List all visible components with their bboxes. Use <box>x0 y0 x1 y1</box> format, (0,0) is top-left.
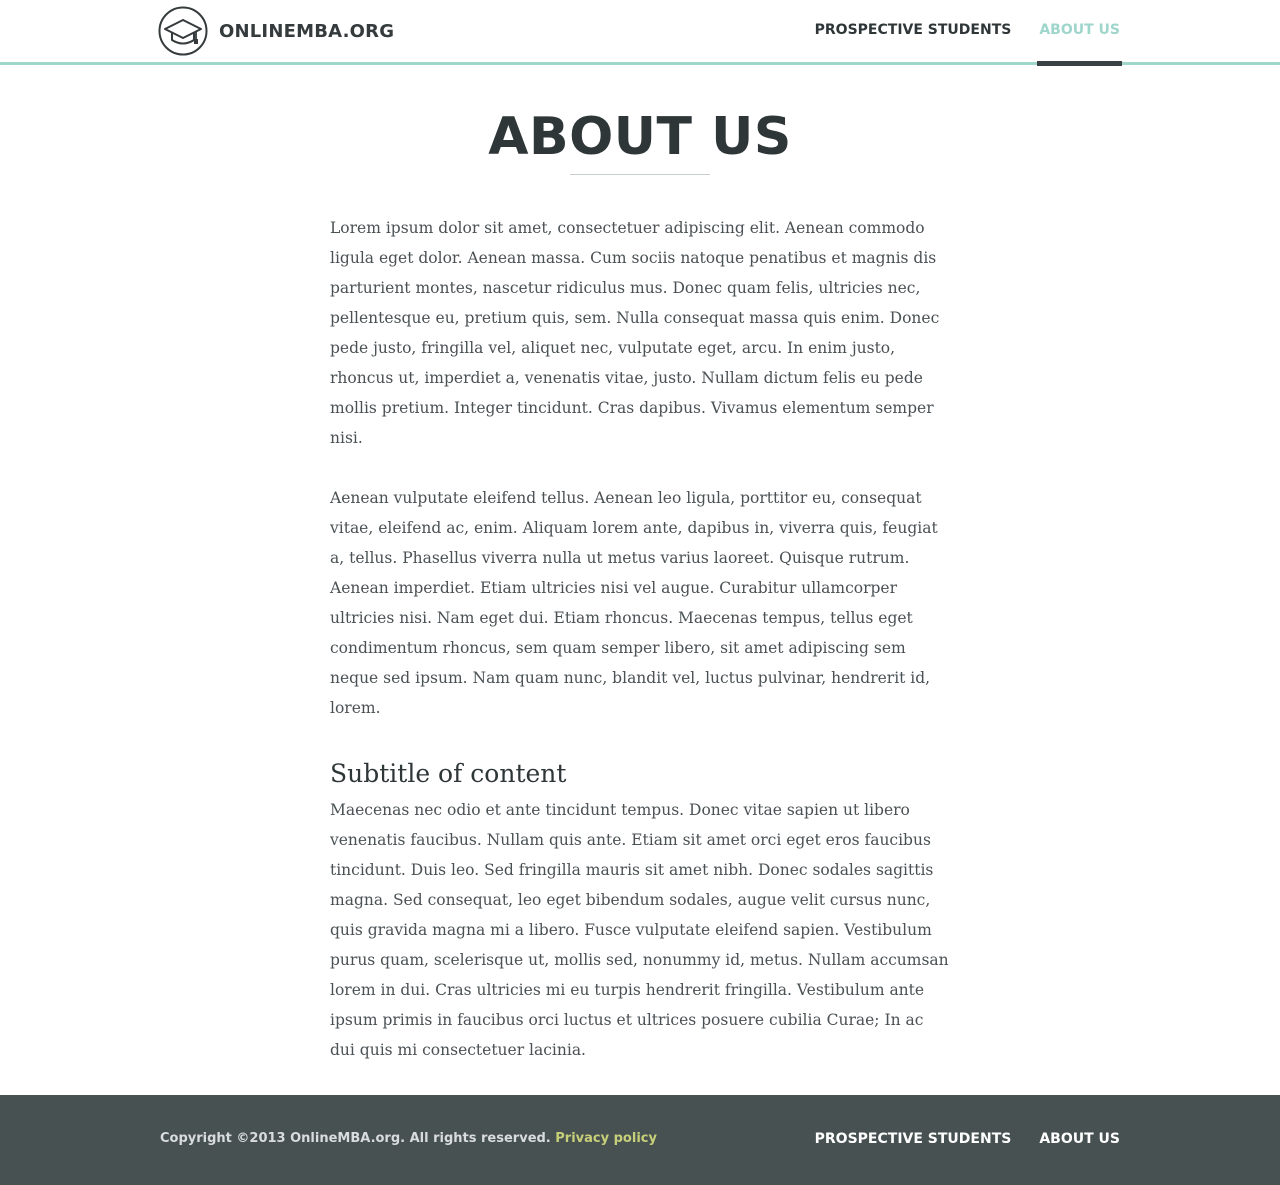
page-title: ABOUT US <box>488 107 792 167</box>
main-content: ABOUT US Lorem ipsum dolor sit amet, con… <box>0 65 1280 1065</box>
site-logo-link[interactable]: ONLINEMBA.ORG <box>158 6 394 56</box>
site-header: ONLINEMBA.ORG PROSPECTIVE STUDENTS ABOUT… <box>0 0 1280 66</box>
title-divider <box>570 174 710 175</box>
site-footer: Copyright ©2013 OnlineMBA.org. All right… <box>0 1095 1280 1185</box>
privacy-policy-link[interactable]: Privacy policy <box>555 1131 657 1146</box>
body-paragraph: Maecenas nec odio et ante tincidunt temp… <box>330 801 949 1059</box>
body-paragraph: Lorem ipsum dolor sit amet, consectetuer… <box>330 219 940 447</box>
nav-item-about-us[interactable]: ABOUT US <box>1037 0 1122 66</box>
footer-nav: PROSPECTIVE STUDENTS ABOUT US <box>787 1128 1120 1150</box>
main-nav: PROSPECTIVE STUDENTS ABOUT US <box>787 0 1122 66</box>
nav-item-prospective-students[interactable]: PROSPECTIVE STUDENTS <box>815 0 1012 62</box>
footer-nav-item-about-us[interactable]: ABOUT US <box>1039 1128 1120 1150</box>
graduation-cap-icon <box>158 6 208 56</box>
copyright-text: Copyright ©2013 OnlineMBA.org. All right… <box>160 1131 551 1146</box>
article-body: Lorem ipsum dolor sit amet, consectetuer… <box>330 213 950 1065</box>
content-subtitle: Subtitle of content <box>330 759 567 788</box>
site-logo-text: ONLINEMBA.ORG <box>219 20 395 42</box>
copyright-notice: Copyright ©2013 OnlineMBA.org. All right… <box>160 1129 657 1149</box>
footer-nav-item-prospective-students[interactable]: PROSPECTIVE STUDENTS <box>815 1128 1012 1150</box>
body-paragraph: Aenean vulputate eleifend tellus. Aenean… <box>330 489 938 717</box>
